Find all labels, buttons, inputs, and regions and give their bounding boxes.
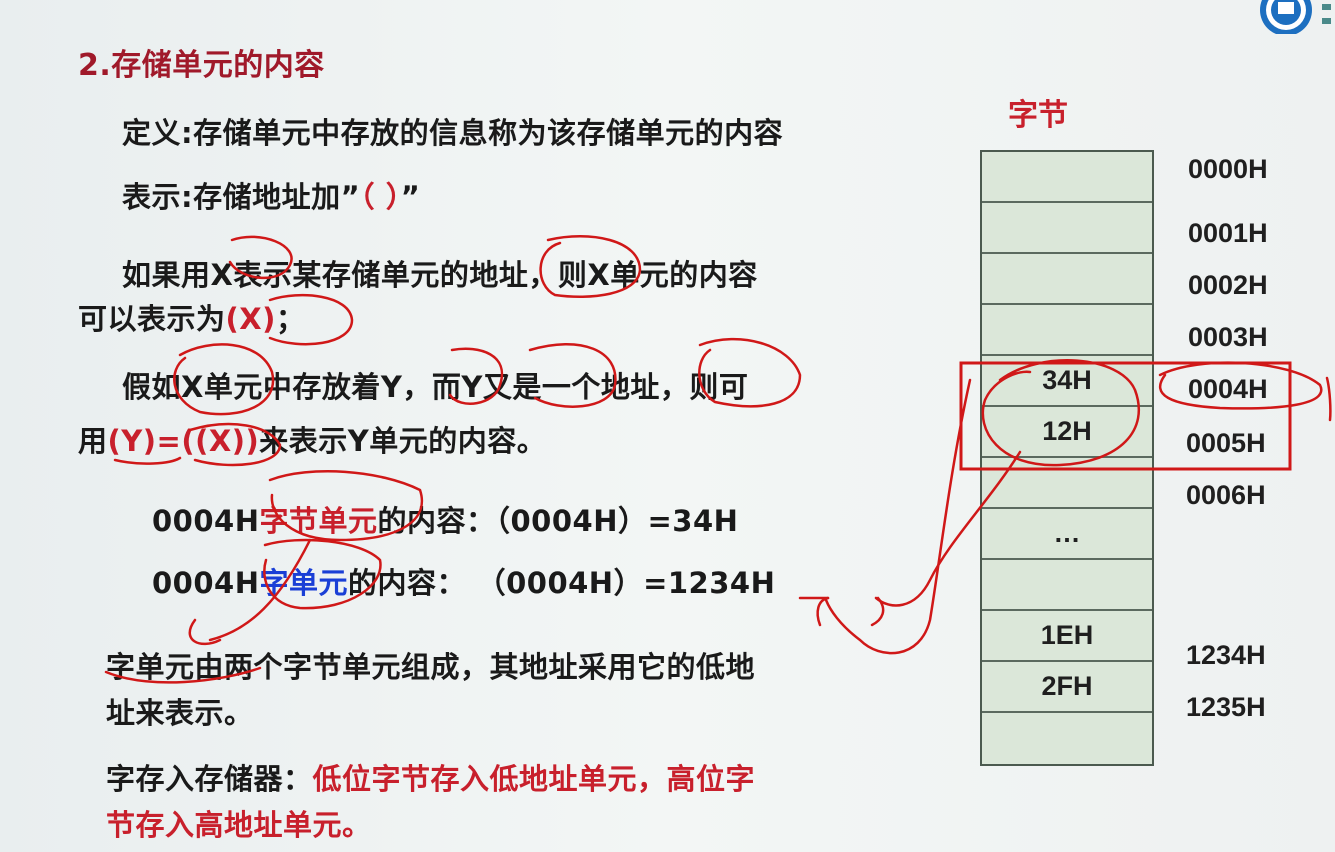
memory-address: 0005H <box>1186 428 1266 458</box>
memory-address: 0001H <box>1188 218 1268 248</box>
para-y-suffix: 来表示Y单元的内容。 <box>259 424 547 458</box>
para-y-line1: 假如X单元中存放着Y，而Y又是一个地址，则可 <box>122 370 749 404</box>
notation-suffix: ” <box>400 180 421 214</box>
memory-address: 0004H <box>1188 374 1268 404</box>
para-x-prefix: 可以表示为 <box>78 302 226 336</box>
word-example-rest: 的内容： （0004H）=1234H <box>348 566 776 600</box>
memory-cell <box>982 560 1152 611</box>
memory-cell: 1EH <box>982 611 1152 662</box>
memory-cell: 2FH <box>982 662 1152 713</box>
para-x-line2: 可以表示为(X)； <box>78 296 305 338</box>
byte-example-addr: 0004H <box>152 504 260 538</box>
memory-address: 1234H <box>1186 640 1266 670</box>
para-y-prefix: 用 <box>78 424 108 458</box>
memory-cell <box>982 203 1152 254</box>
memory-cell: … <box>982 509 1152 560</box>
memory-cell <box>982 458 1152 509</box>
para-y-expr: (Y)=((X)) <box>107 424 260 458</box>
storage-label: 字存入存储器： <box>106 762 313 796</box>
notation-prefix: 表示:存储地址加” <box>122 180 361 214</box>
word-note-line2: 址来表示。 <box>106 696 254 730</box>
byte-example-rest: 的内容：（0004H）=34H <box>377 504 739 538</box>
para-x-suffix: ； <box>275 302 306 336</box>
storage-rule-line2: 节存入高地址单元。 <box>106 808 372 842</box>
byte-example-unit: 字节单元 <box>259 504 378 538</box>
memory-cell: 34H <box>982 356 1152 407</box>
word-note-line1: 字单元由两个字节单元组成，其地址采用它的低地 <box>106 650 756 684</box>
memory-cell <box>982 305 1152 356</box>
memory-cell: 12H <box>982 407 1152 458</box>
byte-example: 0004H字节单元的内容：（0004H）=34H <box>152 498 738 540</box>
memory-cell <box>982 713 1152 764</box>
memory-address: 0002H <box>1188 270 1268 300</box>
para-x-expr: (X) <box>225 302 276 336</box>
storage-rule-line1: 字存入存储器：低位字节存入低地址单元，高位字 <box>106 756 755 798</box>
notation-paren: （ ） <box>360 180 401 214</box>
memory-address: 0000H <box>1188 154 1268 184</box>
memory-cell <box>982 152 1152 203</box>
notation-line: 表示:存储地址加”（ ）” <box>122 174 420 216</box>
word-example-unit: 字单元 <box>259 566 348 600</box>
word-example-addr: 0004H <box>152 566 260 600</box>
memory-address: 0006H <box>1186 480 1266 510</box>
slide: 2.存储单元的内容 定义:存储单元中存放的信息称为该存储单元的内容 表示:存储地… <box>0 0 1335 852</box>
memory-header: 字节 <box>1008 98 1068 133</box>
slide-title: 2.存储单元的内容 <box>78 48 325 83</box>
memory-address: 0003H <box>1188 322 1268 352</box>
memory-table: 34H 12H … 1EH 2FH <box>980 150 1154 766</box>
institution-logo-icon <box>1260 0 1312 34</box>
word-example: 0004H字单元的内容： （0004H）=1234H <box>152 560 775 602</box>
memory-address: 1235H <box>1186 692 1266 722</box>
corner-mark-icon <box>1322 4 1331 24</box>
para-x-line1: 如果用X表示某存储单元的地址，则X单元的内容 <box>122 258 758 292</box>
storage-rule-part1: 低位字节存入低地址单元，高位字 <box>312 762 756 796</box>
memory-cell <box>982 254 1152 305</box>
definition-text: 定义:存储单元中存放的信息称为该存储单元的内容 <box>122 116 784 150</box>
para-y-line2: 用(Y)=((X))来表示Y单元的内容。 <box>78 418 546 460</box>
